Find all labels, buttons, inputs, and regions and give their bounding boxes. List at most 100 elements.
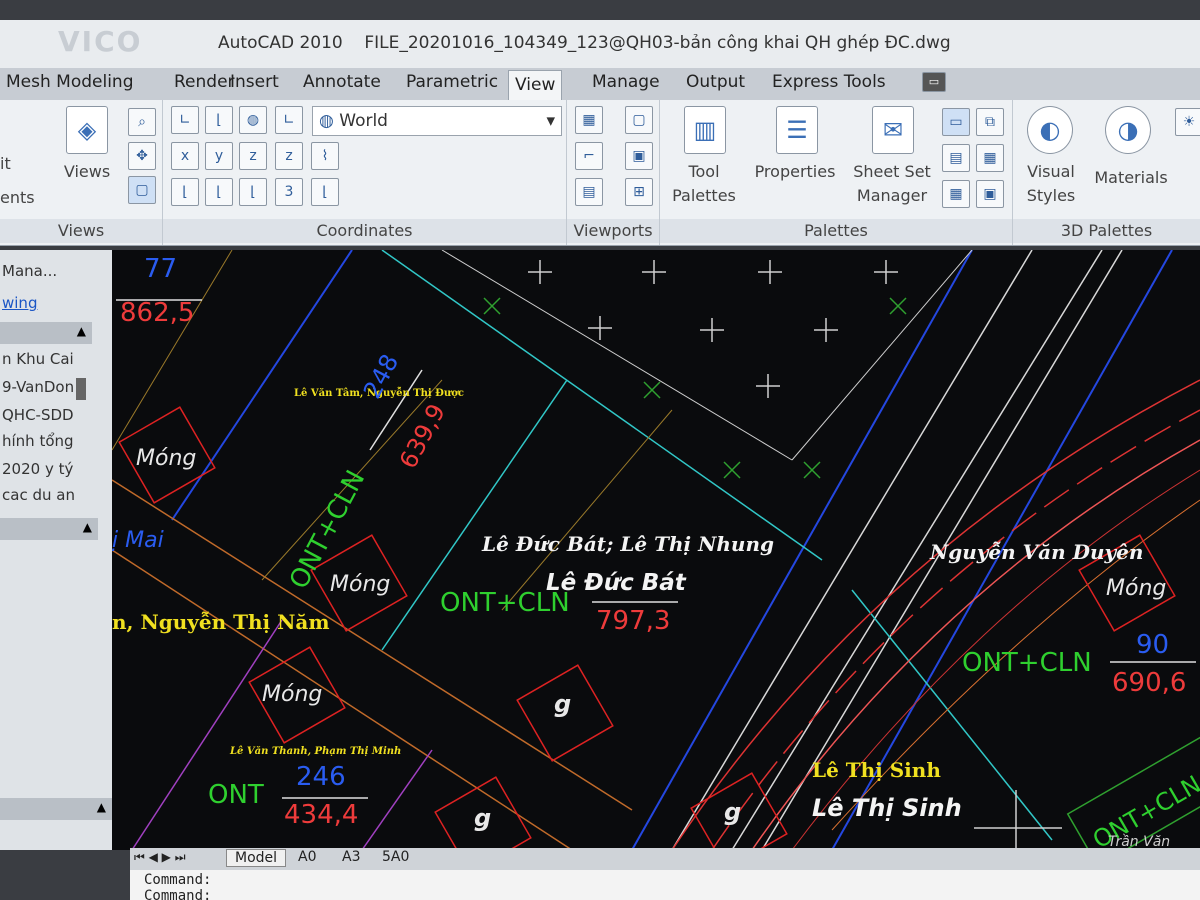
calc-icon[interactable]: ▦ [976,144,1004,172]
parcel-area: 797,3 [596,606,671,636]
ucs-icon[interactable]: ∟ [171,106,199,134]
building-label: Móng [1106,576,1167,601]
window-title: AutoCAD 2010 FILE_20201016_104349_123@QH… [218,33,951,53]
views-cube-icon[interactable]: ◈ [66,106,108,154]
ribbon-toggle-icon[interactable]: ▭ [922,72,946,92]
views-button[interactable]: Views [62,160,112,184]
palette-list-item[interactable]: hính tổng [2,432,74,450]
tab-output[interactable]: Output [680,72,751,92]
ucs-settings-icon[interactable]: ⌊ [311,178,339,206]
palettes-panel: ▥ Tool Palettes ☰ Properties ✉ Sheet Set… [660,100,1013,245]
palettes-panel-title: Palettes [660,219,1012,243]
palette-header[interactable]: Mana... [2,262,57,280]
command-line[interactable]: Command: Command: [130,870,1200,900]
tab-nav-arrows-icon[interactable]: ⏮ ◀ ▶ ⏭ [134,850,186,865]
palette-section-bar-3: ▲ [0,798,112,820]
sheet-set-manager-button[interactable]: Sheet Set Manager [852,160,932,208]
ucs-world-dropdown[interactable]: ◍ World ▾ [312,106,562,136]
properties-icon[interactable]: ☰ [776,106,818,154]
tool-palettes-icon[interactable]: ▥ [684,106,726,154]
ucs-y-icon[interactable]: y [205,142,233,170]
ucs-previous-icon[interactable]: ∟ [275,106,303,134]
views-panel-title: Views [0,219,162,243]
coordinates-panel-title: Coordinates [163,219,566,243]
view-box-icon[interactable]: ▢ [128,176,156,204]
dwg-icon[interactable]: ⧉ [976,108,1004,136]
tab-annotate[interactable]: Annotate [297,72,387,92]
zoom-icon[interactable]: ⌕ [128,108,156,136]
lights-icon[interactable]: ☀ [1175,108,1200,136]
sheet-set-icon[interactable]: ✉ [872,106,914,154]
ucs-z-icon[interactable]: z [239,142,267,170]
ribbon-item-it[interactable]: it [0,152,11,176]
materials-icon[interactable]: ◑ [1105,106,1151,154]
parcel-number: 90 [1136,630,1170,660]
layout-tabs-bar: ⏮ ◀ ▶ ⏭ Model A0 A3 5A0 [130,848,1200,870]
ucs-named-icon[interactable]: ⌊ [205,106,233,134]
ribbon-tabs: Mesh Modeling Render Insert Annotate Par… [0,68,1200,101]
tab-mesh-modeling[interactable]: Mesh Modeling [0,72,140,92]
building-label: Móng [136,446,197,471]
ucs-object-icon[interactable]: ⌊ [205,178,233,206]
ribbon-item-ents[interactable]: ents [0,186,35,210]
drawing-canvas[interactable]: 77 862,5 Lê Văn Tâm, Nguyễn Thị Được 248… [112,250,1200,850]
properties-button[interactable]: Properties [750,160,840,184]
tab-view[interactable]: View [508,70,563,101]
viewport-config-icon[interactable]: ▦ [575,106,603,134]
ucs-3point-icon[interactable]: ⌇ [311,142,339,170]
palette-section-bar: ▲ [0,322,92,344]
sheet-set-palette: Mana... wing ▲ n Khu Cai 9-VanDon QHC-SD… [0,250,113,850]
tab-model[interactable]: Model [226,849,287,867]
palette-list-item[interactable]: n Khu Cai [2,350,74,368]
design-center-icon[interactable]: ▦ [942,180,970,208]
palette-scrollbar-thumb[interactable] [76,378,86,400]
building-label: g [554,690,572,718]
command-history-line: Command: [144,872,212,888]
owner-label: n, Nguyễn Thị Năm [112,610,330,634]
palette-list-item[interactable]: 9-VanDon [2,378,74,396]
tab-5a0[interactable]: 5A0 [374,849,417,865]
pan-icon[interactable]: ✥ [128,142,156,170]
materials-button[interactable]: Materials [1089,166,1173,190]
viewport-clip-icon[interactable]: ⌐ [575,142,603,170]
markup-icon[interactable]: ▤ [942,144,970,172]
tab-parametric[interactable]: Parametric [400,72,504,92]
3d-palettes-panel: ◐ Visual Styles ◑ Materials ☀ 3D Palette… [1013,100,1200,245]
palette-link[interactable]: wing [2,294,37,312]
ucs-view-icon[interactable]: ⌊ [171,178,199,206]
viewport-join-icon[interactable]: ▣ [625,142,653,170]
palette-list-item[interactable]: cac du an [2,486,75,504]
viewport-new-icon[interactable]: ▢ [625,106,653,134]
tab-express-tools[interactable]: Express Tools [766,72,892,92]
ucs-world-icon[interactable]: ◍ [239,106,267,134]
tab-insert[interactable]: Insert [224,72,285,92]
command-prompt[interactable]: Command: [144,888,211,900]
owner-label: Lê Thị Sinh [812,758,941,782]
viewport-named-icon[interactable]: ▤ [575,178,603,206]
tab-a3[interactable]: A3 [334,849,368,865]
land-use-code: ONT [208,780,264,810]
ucs-zaxis-icon[interactable]: z [275,142,303,170]
tab-manage[interactable]: Manage [586,72,666,92]
visual-styles-button[interactable]: Visual Styles [1019,160,1083,208]
ucs-face-icon[interactable]: ⌊ [239,178,267,206]
visual-styles-icon[interactable]: ◐ [1027,106,1073,154]
parcel-area: 434,4 [284,800,359,830]
owner-label: Nguyễn Văn Duyên [930,540,1144,564]
viewport-grid-icon[interactable]: ⊞ [625,178,653,206]
ucs-3-icon[interactable]: 3 [275,178,303,206]
coordinates-panel: ∟ ⌊ ◍ ∟ ◍ World ▾ x y z z ⌇ ⌊ ⌊ ⌊ 3 ⌊ Coo… [163,100,567,245]
parcel-area: 862,5 [120,298,195,328]
ucs-x-icon[interactable]: x [171,142,199,170]
parcel-number: 246 [296,762,346,792]
db-connect-icon[interactable]: ▣ [976,180,1004,208]
command-line-icon[interactable]: ▭ [942,108,970,136]
building-label: Móng [262,682,323,707]
tool-palettes-button[interactable]: Tool Palettes [664,160,744,208]
tab-a0[interactable]: A0 [290,849,324,865]
palette-list-item[interactable]: 2020 y tý [2,460,73,478]
palette-list-item[interactable]: QHC-SDD [2,406,74,424]
palette-section-bar-2: ▲ [0,518,98,540]
ribbon: it ents ◈ Views ⌕ ✥ ▢ Views ∟ ⌊ ◍ ∟ ◍ Wo… [0,100,1200,246]
viewports-panel-title: Viewports [567,219,659,243]
